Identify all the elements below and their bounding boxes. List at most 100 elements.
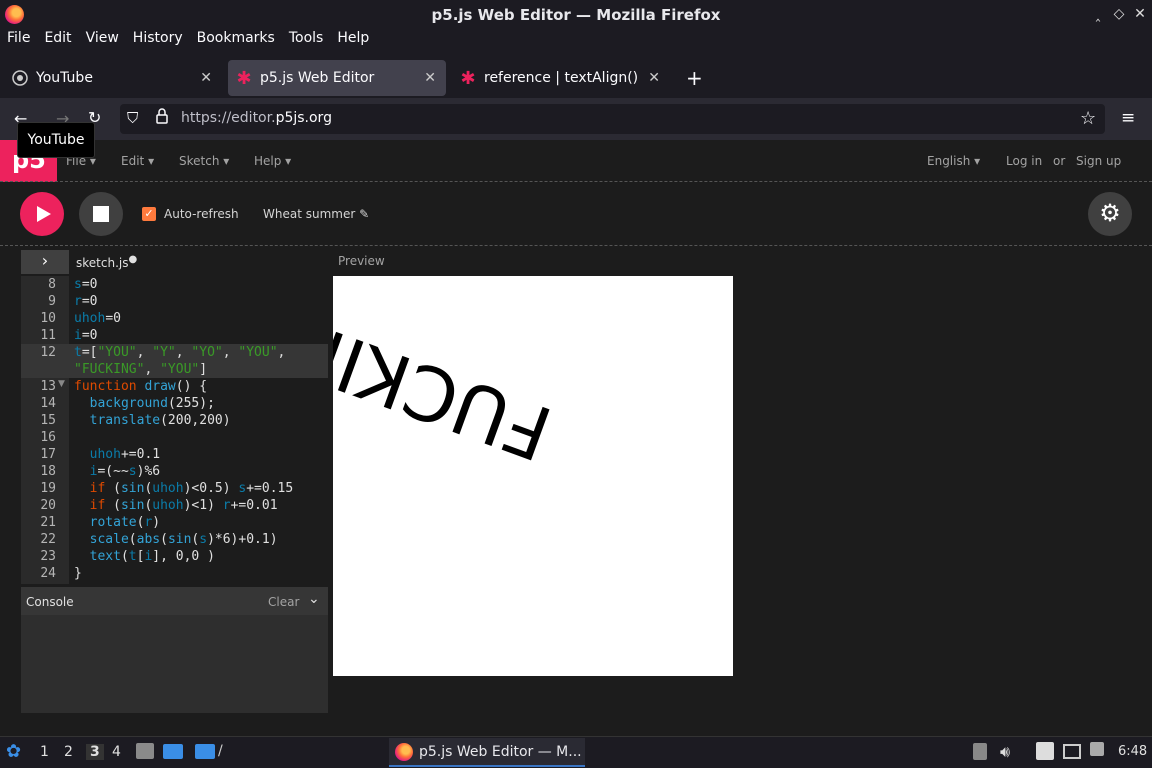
lock-icon[interactable] (155, 108, 169, 128)
tab-close-icon[interactable]: ✕ (200, 70, 212, 86)
path-slash: / (218, 743, 223, 759)
play-button[interactable] (20, 192, 64, 236)
divider (0, 181, 1152, 182)
stop-button[interactable] (79, 192, 123, 236)
pencil-icon[interactable]: ✎ (359, 207, 369, 221)
signup-link[interactable]: Sign up (1076, 154, 1121, 168)
fold-triangle-icon[interactable]: ▼ (58, 379, 65, 389)
title-bar: p5.js Web Editor — Mozilla Firefox ‸ ◇ ✕ (0, 0, 1152, 30)
p5-menu-sketch[interactable]: Sketch ▾ (179, 154, 229, 168)
notification-icon[interactable] (1090, 742, 1104, 756)
code-line[interactable]: r=0 (74, 293, 97, 310)
line-number: 19 (40, 481, 56, 496)
chevron-down-icon[interactable]: ⌄ (308, 591, 320, 607)
console-clear-button[interactable]: Clear (268, 595, 299, 609)
tab-tooltip: YouTube (17, 122, 95, 158)
menu-file[interactable]: File (7, 30, 30, 52)
code-line[interactable]: t=["YOU", "Y", "YO", "YOU", (74, 344, 285, 361)
code-line[interactable]: uhoh=0 (74, 310, 121, 327)
firefox-logo-icon (5, 5, 24, 24)
code-line[interactable]: uhoh+=0.1 (74, 446, 160, 463)
workspace-2[interactable]: 2 (64, 744, 73, 760)
menu-view[interactable]: View (86, 30, 119, 52)
code-line[interactable]: text(t[i], 0,0 ) (74, 548, 215, 565)
code-line[interactable]: s=0 (74, 276, 97, 293)
clock: 6:48 (1118, 744, 1148, 759)
line-number: 9 (48, 294, 56, 309)
file-tab[interactable]: sketch.js● (76, 254, 137, 270)
auto-refresh-checkbox[interactable]: ✓ (142, 207, 156, 221)
workspace-3[interactable]: 3 (86, 744, 104, 760)
line-number: 21 (40, 515, 56, 530)
hamburger-menu-icon[interactable]: ≡ (1121, 108, 1135, 128)
code-line[interactable]: if (sin(uhoh)<1) r+=0.01 (74, 497, 278, 514)
menu-help[interactable]: Help (337, 30, 369, 52)
settings-gear-icon[interactable]: ⚙ (1088, 192, 1132, 236)
shield-icon[interactable]: ⛉ (127, 109, 138, 127)
youtube-icon (12, 70, 28, 86)
volume-icon[interactable]: 🔊︎ (1000, 742, 1010, 762)
tab-close-icon[interactable]: ✕ (648, 70, 660, 86)
divider (0, 245, 1152, 246)
p5-menu-help[interactable]: Help ▾ (254, 154, 291, 168)
p5-menu-edit[interactable]: Edit ▾ (121, 154, 154, 168)
login-link[interactable]: Log in (1006, 154, 1042, 168)
minimize-icon[interactable]: ‸ (1090, 6, 1106, 22)
code-line[interactable]: rotate(r) (74, 514, 160, 531)
code-line[interactable]: } (74, 565, 82, 582)
canvas-text: FUCKING (333, 280, 563, 476)
taskbar-firefox-item[interactable]: p5.js Web Editor — M... (389, 738, 585, 767)
console-label: Console (26, 595, 74, 609)
sketch-name[interactable]: Wheat summer ✎ (263, 207, 369, 221)
menu-bookmarks[interactable]: Bookmarks (197, 30, 275, 52)
menu-tools[interactable]: Tools (289, 30, 324, 52)
workspace-4[interactable]: 4 (112, 744, 121, 760)
code-line[interactable]: if (sin(uhoh)<0.5) s+=0.15 (74, 480, 294, 497)
code-line[interactable]: i=(~~s)%6 (74, 463, 160, 480)
start-menu-icon[interactable]: ✿ (6, 741, 21, 762)
notes-icon[interactable] (1036, 742, 1054, 760)
line-number: 22 (40, 532, 56, 547)
desktop-icon[interactable] (163, 744, 183, 759)
firefox-icon (395, 742, 413, 761)
close-icon[interactable]: ✕ (1132, 6, 1148, 22)
maximize-icon[interactable]: ◇ (1111, 6, 1127, 22)
menu-history[interactable]: History (133, 30, 183, 52)
code-line[interactable]: i=0 (74, 327, 97, 344)
code-line[interactable]: translate(200,200) (74, 412, 231, 429)
line-number: 14 (40, 396, 56, 411)
line-number: 23 (40, 549, 56, 564)
tab-p5-editor[interactable]: ✱ p5.js Web Editor ✕ (228, 60, 446, 96)
tab-label: p5.js Web Editor (260, 70, 375, 86)
tab-youtube[interactable]: YouTube ✕ (4, 60, 222, 96)
clipboard-icon[interactable] (973, 743, 987, 760)
window-title: p5.js Web Editor — Mozilla Firefox (431, 6, 721, 24)
folder-icon[interactable] (195, 744, 215, 759)
tab-label: reference | textAlign() (484, 70, 639, 86)
menu-edit[interactable]: Edit (44, 30, 71, 52)
line-number: 24 (40, 566, 56, 581)
code-line[interactable]: function draw() { (74, 378, 207, 395)
line-number: 11 (40, 328, 56, 343)
code-line[interactable]: background(255); (74, 395, 215, 412)
bookmark-star-icon[interactable]: ☆ (1080, 108, 1096, 129)
tab-reference[interactable]: ✱ reference | textAlign() ✕ (452, 60, 670, 96)
tab-close-icon[interactable]: ✕ (424, 70, 436, 86)
code-line[interactable]: "FUCKING", "YOU"] (74, 361, 207, 378)
console-body (21, 615, 328, 713)
tab-bar: YouTube ✕ ✱ p5.js Web Editor ✕ ✱ referen… (0, 58, 1152, 98)
expand-sidebar-button[interactable]: › (21, 250, 69, 274)
line-number: 17 (40, 447, 56, 462)
p5-asterisk-icon: ✱ (236, 67, 252, 89)
file-manager-icon[interactable] (136, 743, 154, 759)
preview-label: Preview (338, 254, 385, 268)
new-tab-icon[interactable]: + (686, 66, 703, 90)
network-icon[interactable] (1063, 744, 1081, 759)
code-line[interactable]: scale(abs(sin(s)*6)+0.1) (74, 531, 278, 548)
auto-refresh-label: Auto-refresh (164, 207, 239, 221)
workspace-1[interactable]: 1 (40, 744, 49, 760)
sketch-canvas[interactable]: FUCKING (333, 276, 733, 676)
language-select[interactable]: English ▾ (927, 154, 980, 168)
line-number: 20 (40, 498, 56, 513)
url-text[interactable]: https://editor.p5js.org (181, 110, 332, 126)
